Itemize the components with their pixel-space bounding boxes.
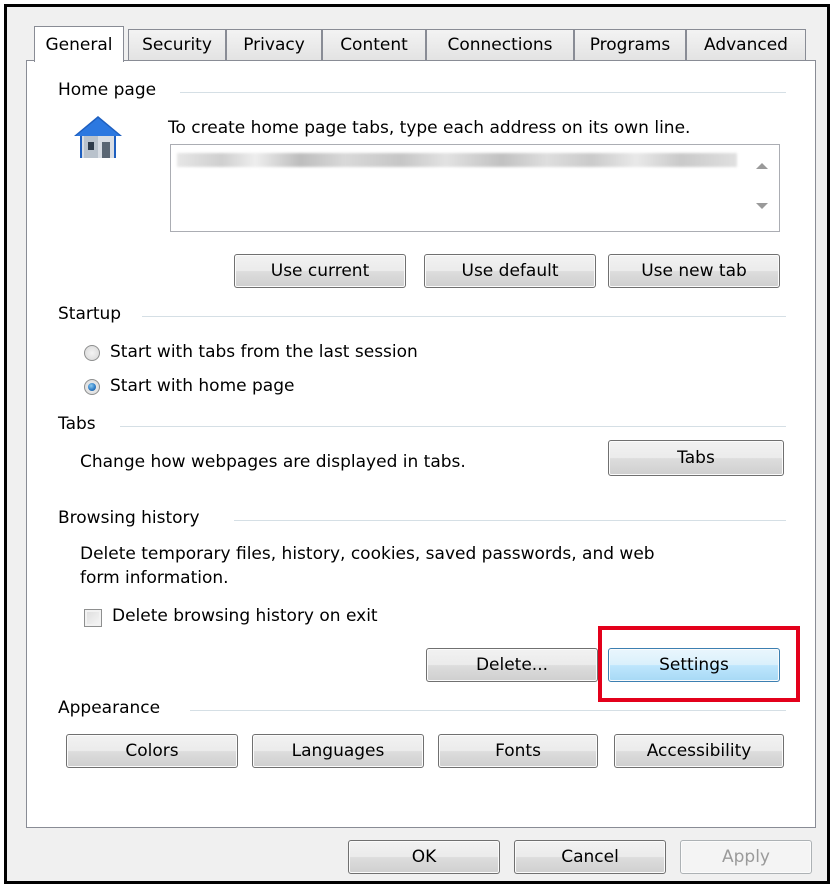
redacted-address xyxy=(177,153,737,167)
fonts-button[interactable]: Fonts xyxy=(438,734,598,768)
cancel-button[interactable]: Cancel xyxy=(514,840,666,874)
home-page-divider xyxy=(180,92,786,93)
scroll-up-arrow-icon[interactable] xyxy=(756,163,768,169)
tabs-settings-button[interactable]: Tabs xyxy=(608,440,784,476)
appearance-group-title: Appearance xyxy=(58,698,160,718)
settings-highlight-box xyxy=(598,626,800,702)
browsing-history-description-line2: form information. xyxy=(80,568,229,588)
tab-programs[interactable]: Programs xyxy=(574,29,686,60)
startup-divider xyxy=(142,316,786,317)
accessibility-button[interactable]: Accessibility xyxy=(614,734,784,768)
address-scrollbar[interactable] xyxy=(744,145,779,231)
startup-group-title: Startup xyxy=(58,304,121,324)
startup-home-page-radio[interactable] xyxy=(84,379,100,395)
startup-home-page-label[interactable]: Start with home page xyxy=(110,376,294,396)
browsing-history-divider xyxy=(234,520,786,521)
browsing-history-description-line1: Delete temporary files, history, cookies… xyxy=(80,544,655,564)
startup-last-session-radio[interactable] xyxy=(84,345,100,361)
startup-title-text: Startup xyxy=(58,304,122,324)
use-current-button[interactable]: Use current xyxy=(234,254,406,288)
colors-button[interactable]: Colors xyxy=(66,734,238,768)
ok-button[interactable]: OK xyxy=(348,840,500,874)
use-new-tab-button[interactable]: Use new tab xyxy=(608,254,780,288)
home-page-address-field[interactable] xyxy=(170,144,780,232)
browsing-history-group-title: Browsing history xyxy=(58,508,200,528)
delete-history-on-exit-checkbox[interactable] xyxy=(84,609,102,627)
home-page-instruction: To create home page tabs, type each addr… xyxy=(168,118,691,138)
tab-content[interactable]: Content xyxy=(322,29,426,60)
startup-last-session-label[interactable]: Start with tabs from the last session xyxy=(110,342,418,362)
appearance-divider xyxy=(190,710,786,711)
tabs-group-title: Tabs xyxy=(58,414,96,434)
tab-advanced[interactable]: Advanced xyxy=(686,29,806,60)
apply-button[interactable]: Apply xyxy=(680,840,812,874)
tab-general[interactable]: General xyxy=(34,26,124,62)
tab-security[interactable]: Security xyxy=(128,29,226,60)
house-icon xyxy=(74,116,122,158)
delete-history-button[interactable]: Delete... xyxy=(426,648,598,682)
home-page-group-title: Home page xyxy=(58,80,156,100)
tabs-title-text: Tabs xyxy=(58,414,96,434)
scroll-down-arrow-icon[interactable] xyxy=(756,203,768,209)
tab-connections[interactable]: Connections xyxy=(426,29,574,60)
tabs-description: Change how webpages are displayed in tab… xyxy=(80,452,466,472)
home-page-title-text: Home page xyxy=(58,80,157,100)
tabs-divider xyxy=(120,426,786,427)
appearance-title-text: Appearance xyxy=(58,698,161,718)
languages-button[interactable]: Languages xyxy=(252,734,424,768)
use-default-button[interactable]: Use default xyxy=(424,254,596,288)
tab-strip: General Security Privacy Content Connect… xyxy=(26,26,816,62)
delete-history-on-exit-label[interactable]: Delete browsing history on exit xyxy=(112,606,378,626)
browsing-history-title-text: Browsing history xyxy=(58,508,200,528)
tab-privacy[interactable]: Privacy xyxy=(226,29,322,60)
